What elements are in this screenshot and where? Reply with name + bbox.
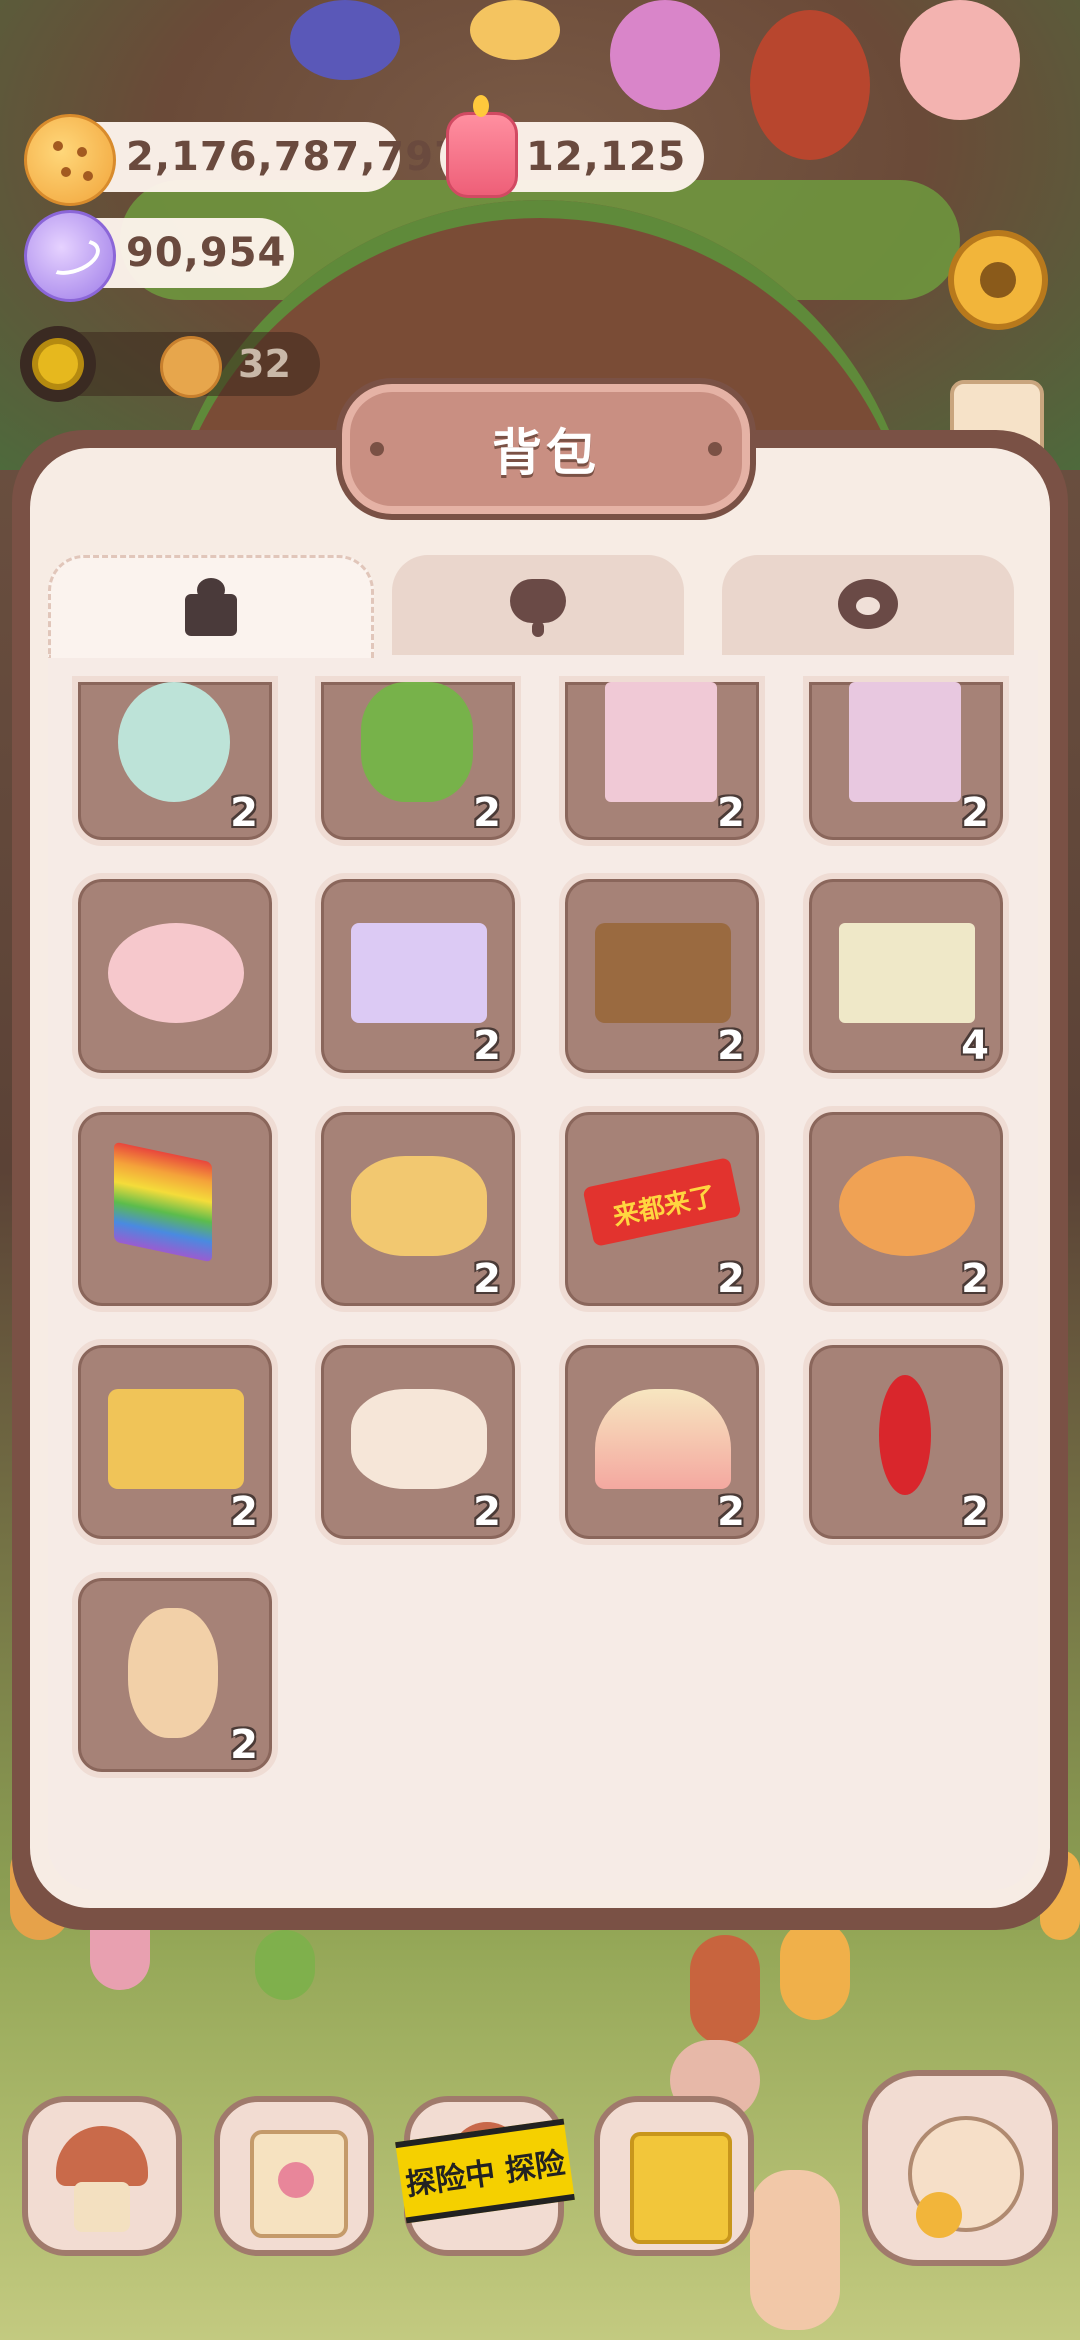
item-quantity: 2	[473, 1256, 501, 1302]
item-quantity: 2	[473, 790, 501, 836]
yellow-wall-lamp-icon	[351, 1156, 487, 1256]
inventory-item[interactable]: 来都来了 2	[559, 1106, 765, 1312]
inventory-item[interactable]: 2	[803, 1106, 1009, 1312]
background-character	[690, 1935, 760, 2045]
inventory-item[interactable]: 2	[315, 676, 521, 846]
shopping-bag-icon	[630, 2132, 732, 2244]
background-character	[470, 0, 560, 60]
inventory-item[interactable]: 4	[803, 873, 1009, 1079]
inventory-item[interactable]: 2	[315, 1339, 521, 1545]
item-quantity: 2	[717, 1256, 745, 1302]
house-button[interactable]	[22, 2096, 182, 2256]
candle-amount: 12,125	[526, 134, 687, 180]
item-quantity: 2	[717, 1489, 745, 1535]
sun-icon	[20, 326, 96, 402]
mint-wall-lamp-icon	[118, 682, 230, 802]
shop-button[interactable]	[594, 2096, 754, 2256]
inventory-item[interactable]: 2	[559, 1339, 765, 1545]
cookie-counter[interactable]: 2,176,787,797	[24, 114, 462, 206]
background-character	[255, 1930, 315, 2000]
banner-rivet	[370, 442, 384, 456]
background-character	[780, 1920, 850, 2020]
cookie-icon	[24, 114, 116, 206]
chinese-knot-icon	[879, 1375, 931, 1495]
item-quantity: 2	[717, 790, 745, 836]
tab-characters[interactable]	[722, 555, 1014, 655]
candle-icon	[446, 95, 518, 198]
inventory-item[interactable]: 2	[803, 1339, 1009, 1545]
catalog-button[interactable]	[862, 2070, 1058, 2266]
heart-mark	[278, 2162, 314, 2198]
gingerbread-icon	[160, 336, 222, 398]
alarm-clock	[916, 2192, 962, 2238]
inventory-item[interactable]: 2	[559, 873, 765, 1079]
level-indicator[interactable]: 32	[20, 326, 320, 402]
koala-icon	[836, 573, 900, 637]
cookie-amount: 2,176,787,797	[126, 134, 463, 180]
cloud-icon	[506, 573, 570, 637]
tab-decorations[interactable]	[392, 555, 684, 655]
candle-counter[interactable]: 12,125	[440, 95, 704, 198]
item-quantity: 2	[473, 1023, 501, 1069]
inventory-item[interactable]: 2	[315, 1106, 521, 1312]
item-quantity: 2	[717, 1023, 745, 1069]
inventory-item[interactable]: 2	[72, 1339, 278, 1545]
item-quantity: 2	[961, 1489, 989, 1535]
gem-counter[interactable]: 90,954	[24, 210, 294, 302]
gem-amount: 90,954	[126, 230, 287, 276]
letter-basket-icon	[108, 1389, 244, 1489]
inventory-item[interactable]: 2	[315, 873, 521, 1079]
rainbow-shelf-icon	[595, 1389, 731, 1489]
diary-button[interactable]	[214, 2096, 374, 2256]
bunny-rug-icon	[351, 923, 487, 1023]
inventory-item[interactable]: 2	[803, 676, 1009, 846]
item-quantity: 2	[230, 790, 258, 836]
background-character	[290, 0, 400, 80]
inventory-item[interactable]: 2	[72, 1572, 278, 1778]
panel-title: 背包	[492, 424, 600, 482]
background-character	[750, 10, 870, 160]
level-value: 32	[238, 342, 291, 386]
item-quantity: 2	[961, 1256, 989, 1302]
tab-items[interactable]	[48, 555, 374, 658]
background-character	[610, 0, 720, 110]
unicorn-cow-plush-icon	[351, 1389, 487, 1489]
settings-gear-icon[interactable]	[948, 230, 1048, 330]
heart-rug-icon	[108, 923, 244, 1023]
mushroom-house-icon	[56, 2126, 148, 2186]
potted-plant-icon	[361, 682, 473, 802]
background-character	[900, 0, 1020, 120]
rainbow-flag-icon	[114, 1141, 212, 1263]
panel-title-banner: 背包	[336, 378, 756, 520]
banner-rivet	[708, 442, 722, 456]
item-quantity: 2	[230, 1489, 258, 1535]
item-quantity: 2	[473, 1489, 501, 1535]
rope-fence-icon	[595, 923, 731, 1023]
inventory-item[interactable]	[72, 1106, 278, 1312]
background-character	[750, 2170, 840, 2330]
box-icon	[179, 576, 243, 640]
house-body	[74, 2182, 130, 2232]
corgi-butt-cushion-icon	[839, 1156, 975, 1256]
inventory-item[interactable]	[72, 873, 278, 1079]
couple-photo-frame-icon	[849, 682, 961, 802]
item-quantity: 2	[230, 1722, 258, 1768]
item-quantity: 2	[961, 790, 989, 836]
group-photo-frame-icon	[605, 682, 717, 802]
inventory-item[interactable]: 2	[559, 676, 765, 846]
gem-icon	[24, 210, 116, 302]
cat-keychain-icon	[128, 1608, 218, 1738]
inventory-item[interactable]: 2	[72, 676, 278, 846]
item-quantity: 4	[961, 1023, 989, 1069]
cream-carpet-icon	[839, 923, 975, 1023]
